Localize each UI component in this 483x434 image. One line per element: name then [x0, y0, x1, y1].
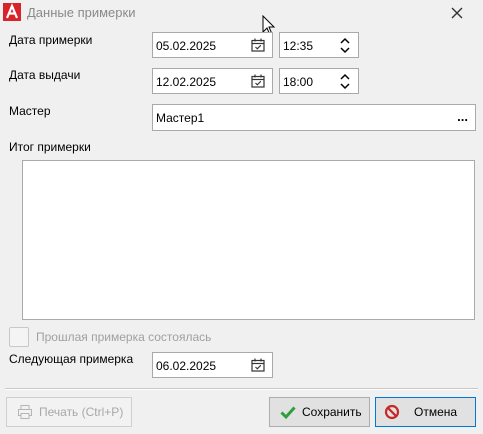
save-button-label: Сохранить: [302, 405, 362, 419]
window-title: Данные примерки: [27, 5, 136, 20]
calendar-icon[interactable]: [251, 38, 265, 52]
cancel-icon: [384, 404, 400, 420]
issue-date-label: Дата выдачи: [9, 68, 81, 82]
spin-up-icon[interactable]: [340, 73, 350, 80]
print-button-label: Печать (Ctrl+P): [39, 405, 124, 419]
master-select[interactable]: Мастер1 ...: [152, 104, 476, 131]
footer-divider-highlight: [5, 389, 478, 390]
fitting-date-label: Дата примерки: [9, 33, 93, 47]
next-fitting-date-picker[interactable]: 06.02.2025: [152, 352, 273, 378]
master-label: Мастер: [9, 104, 51, 118]
title-bar: Данные примерки: [0, 0, 483, 26]
cancel-button-label: Отмена: [414, 405, 458, 419]
fitting-time-input[interactable]: 12:35: [279, 32, 359, 58]
master-value: Мастер1: [156, 111, 205, 125]
fitting-done-checkbox[interactable]: [9, 327, 29, 347]
browse-button[interactable]: ...: [457, 109, 468, 124]
next-fitting-label: Следующая примерка: [9, 352, 134, 366]
calendar-icon[interactable]: [251, 358, 265, 372]
issue-date-value: 12.02.2025: [156, 75, 217, 89]
calendar-icon[interactable]: [251, 74, 265, 88]
close-icon: [451, 7, 463, 19]
fitting-date-picker[interactable]: 05.02.2025: [152, 32, 273, 58]
next-fitting-date-value: 06.02.2025: [156, 359, 217, 373]
issue-date-picker[interactable]: 12.02.2025: [152, 68, 273, 94]
spin-up-icon[interactable]: [340, 37, 350, 44]
printer-icon: [18, 405, 32, 419]
save-button[interactable]: Сохранить: [269, 397, 370, 427]
fitting-done-label: Прошлая примерка состоялась: [36, 330, 212, 344]
fitting-time-value: 12:35: [283, 39, 314, 53]
fitting-result-label: Итог примерки: [9, 140, 91, 154]
close-button[interactable]: [444, 2, 470, 24]
issue-time-input[interactable]: 18:00: [279, 68, 359, 94]
fitting-result-textarea[interactable]: [22, 160, 475, 320]
spin-down-icon[interactable]: [340, 47, 350, 54]
spin-down-icon[interactable]: [340, 83, 350, 90]
cancel-button[interactable]: Отмена: [375, 397, 476, 427]
fitting-date-value: 05.02.2025: [156, 39, 217, 53]
checkmark-icon: [280, 406, 296, 420]
print-button[interactable]: Печать (Ctrl+P): [6, 397, 132, 427]
app-logo-icon: [3, 3, 21, 21]
issue-time-value: 18:00: [283, 75, 314, 89]
